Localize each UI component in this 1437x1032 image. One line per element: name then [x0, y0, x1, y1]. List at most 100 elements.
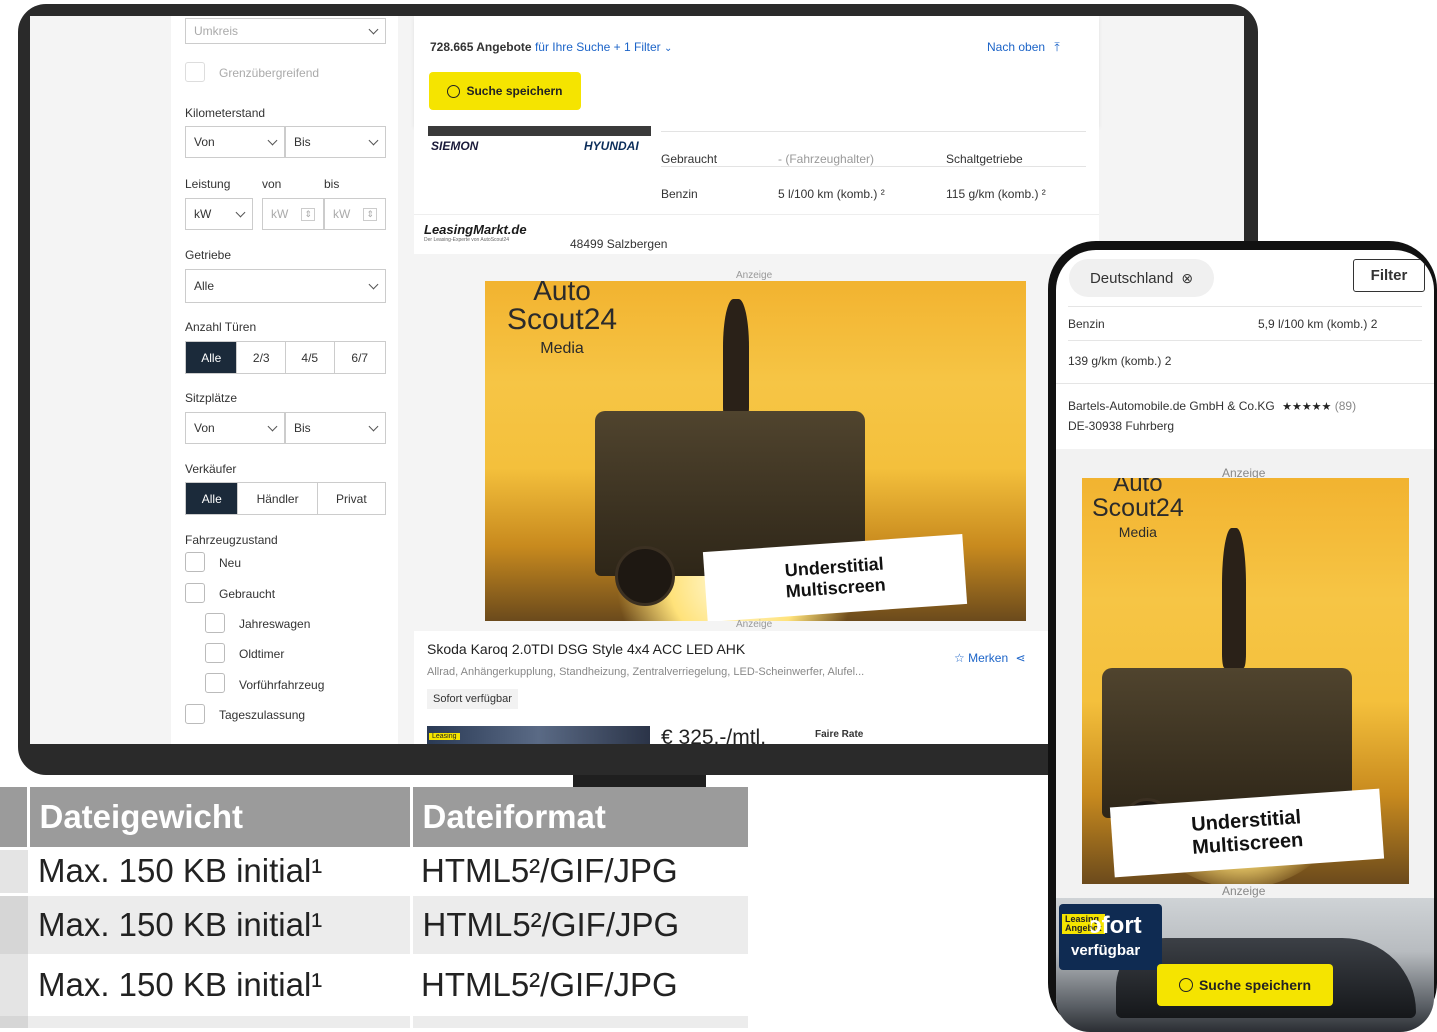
- zustand-checkbox[interactable]: [205, 673, 225, 693]
- dealer-name-text: Bartels-Automobile.de GmbH & Co.KG: [1068, 399, 1275, 413]
- verkaeufer-option[interactable]: Privat: [318, 483, 385, 514]
- location-chip[interactable]: Deutschland ⊗: [1069, 259, 1214, 297]
- jeep-wheel: [615, 546, 675, 606]
- ad-brand-line1: Auto: [533, 281, 591, 306]
- tueren-segmented: Alle 2/3 4/5 6/7: [185, 341, 386, 374]
- zustand-checkbox[interactable]: [185, 552, 205, 572]
- sitz-label: Sitzplätze: [185, 391, 238, 405]
- table-cell: Max. 150 KB initial¹: [28, 894, 413, 954]
- understitial-ad[interactable]: Auto Scout24 Media Understitial Multiscr…: [485, 281, 1026, 621]
- ad-spec-table: Dateigewicht Dateiformat Max. 150 KB ini…: [0, 787, 748, 1028]
- table-header-row: Dateigewicht Dateiformat: [0, 787, 748, 848]
- table-row: Max. 150 KB initial¹ HTML5²/GIF/JPG: [0, 954, 748, 1016]
- zustand-checkbox[interactable]: [185, 704, 205, 724]
- zustand-checkbox[interactable]: [205, 643, 225, 663]
- share-icon[interactable]: ⋖: [1015, 651, 1025, 665]
- sitz-to-select[interactable]: Bis: [285, 412, 386, 444]
- spec-divider: [414, 214, 1099, 215]
- save-search-label: Suche speichern: [1198, 977, 1312, 993]
- dealer-name: Bartels-Automobile.de GmbH & Co.KG ★★★★★…: [1068, 399, 1356, 413]
- rating-stars: ★★★★★: [1282, 401, 1332, 413]
- km-from-select[interactable]: Von: [185, 126, 285, 158]
- umkreis-select[interactable]: Umkreis: [185, 18, 386, 44]
- save-search-button[interactable]: Suche speichern: [1157, 964, 1333, 1006]
- ad-brand-logo: Auto Scout24 Media: [1092, 478, 1184, 539]
- zustand-option-label: Gebraucht: [219, 587, 276, 601]
- zustand-option-label: Oldtimer: [239, 647, 285, 661]
- verkaeufer-option[interactable]: Alle: [186, 483, 239, 514]
- chevron-down-icon: [267, 135, 278, 145]
- tueren-option[interactable]: 4/5: [286, 342, 335, 373]
- monitor-stand: [573, 775, 706, 787]
- leistung-from-unit: kW: [271, 207, 289, 221]
- merken-label: Merken: [968, 651, 1009, 665]
- tueren-option[interactable]: Alle: [186, 342, 238, 373]
- table-header-cell: Dateiformat: [422, 797, 606, 835]
- results-count-number: 728.665 Angebote: [430, 40, 532, 54]
- ad-brand-line2: Scout24: [1092, 494, 1184, 522]
- leistung-bis-label: bis: [324, 177, 340, 191]
- table-stub: [0, 894, 28, 954]
- unit-select[interactable]: kW: [185, 198, 253, 230]
- zustand-option-label: Tageszulassung: [219, 708, 306, 722]
- filter-button[interactable]: Filter: [1353, 259, 1425, 292]
- seller-logo-text: LeasingMarkt.de: [424, 222, 527, 237]
- zustand-option-label: Neu: [219, 556, 242, 570]
- understitial-ad[interactable]: Auto Scout24 Media Understitial Multiscr…: [1082, 478, 1409, 884]
- availability-badge: Sofort verfügbar: [427, 689, 518, 709]
- leistung-to-unit: kW: [333, 207, 351, 221]
- listing-card[interactable]: Skoda Karoq 2.0TDI DSG Style 4x4 ACC LED…: [414, 631, 1099, 744]
- spec-divider: [661, 166, 1086, 167]
- leasing-tag: Leasing: [429, 733, 460, 740]
- seller-location: 48499 Salzbergen: [570, 237, 668, 251]
- star-outline-icon: ☆: [954, 651, 965, 665]
- results-header: 728.665 Angebote für Ihre Suche + 1 Filt…: [414, 16, 1099, 126]
- table-stub: [0, 1016, 28, 1028]
- person-silhouette: [723, 299, 749, 419]
- listing-features: Allrad, Anhängerkupplung, Standheizung, …: [427, 666, 865, 678]
- leistung-from-input[interactable]: kW ⇕: [262, 198, 324, 230]
- listing-card[interactable]: SIEMON HYUNDAI Gebraucht - (Fahrzeughalt…: [414, 126, 1099, 254]
- dealer-logo: SIEMON: [431, 139, 479, 153]
- verkaeufer-option[interactable]: Händler: [238, 483, 318, 514]
- bookmark-search-icon: [1178, 978, 1193, 992]
- brand-logo: HYUNDAI: [584, 139, 639, 153]
- getriebe-value: Alle: [194, 279, 215, 293]
- table-cell: HTML5²/GIF/JPG: [421, 966, 678, 1003]
- chevron-down-icon: [368, 135, 379, 145]
- leistung-von-label: von: [262, 177, 282, 191]
- results-filter-link[interactable]: für Ihre Suche + 1 Filter: [535, 40, 661, 54]
- table-row: Max. 150 KB initial¹ HTML5²/GIF/JPG: [0, 894, 748, 954]
- table-cell: [411, 1016, 748, 1028]
- save-search-button[interactable]: Suche speichern: [429, 72, 581, 110]
- grenz-checkbox[interactable]: [185, 62, 205, 82]
- tueren-option[interactable]: 6/7: [335, 342, 385, 373]
- tueren-option[interactable]: 2/3: [237, 342, 286, 373]
- listing-price: € 325,-/mtl.: [661, 726, 767, 744]
- table-stub: [0, 848, 28, 894]
- zustand-checkbox[interactable]: [205, 613, 225, 633]
- person-silhouette: [1222, 528, 1246, 668]
- verkaeufer-segmented: Alle Händler Privat: [185, 482, 386, 515]
- zustand-checkbox[interactable]: [185, 583, 205, 603]
- getriebe-label: Getriebe: [185, 248, 232, 262]
- clear-icon[interactable]: ⊗: [1181, 270, 1193, 287]
- nach-oben-link[interactable]: Nach oben ⤒: [987, 40, 1060, 55]
- table-row: [0, 1016, 748, 1028]
- dealer-address: DE-30938 Fuhrberg: [1068, 419, 1175, 433]
- stepper-icon: ⇕: [301, 207, 315, 221]
- ad-label: Anzeige: [736, 619, 773, 630]
- ad-brand-line2: Scout24: [507, 303, 618, 336]
- review-count: (89): [1334, 399, 1357, 413]
- spec-divider: [1056, 383, 1434, 384]
- km-to-select[interactable]: Bis: [285, 126, 386, 158]
- leistung-to-input[interactable]: kW ⇕: [324, 198, 386, 230]
- getriebe-select[interactable]: Alle: [185, 269, 386, 303]
- merken-button[interactable]: ☆ Merken ⋖: [954, 651, 1026, 665]
- sitz-from-select[interactable]: Von: [185, 412, 285, 444]
- seller-logo-subline: Der Leasing-Experte von AutoScout24: [424, 237, 510, 243]
- filter-sidebar: Umkreis Grenzübergreifend Kilometerstand…: [171, 16, 398, 744]
- table-row: Max. 150 KB initial¹ HTML5²/GIF/JPG: [0, 848, 748, 894]
- arrow-up-icon: ⤒: [1054, 40, 1060, 54]
- listing-title[interactable]: Skoda Karoq 2.0TDI DSG Style 4x4 ACC LED…: [427, 641, 745, 657]
